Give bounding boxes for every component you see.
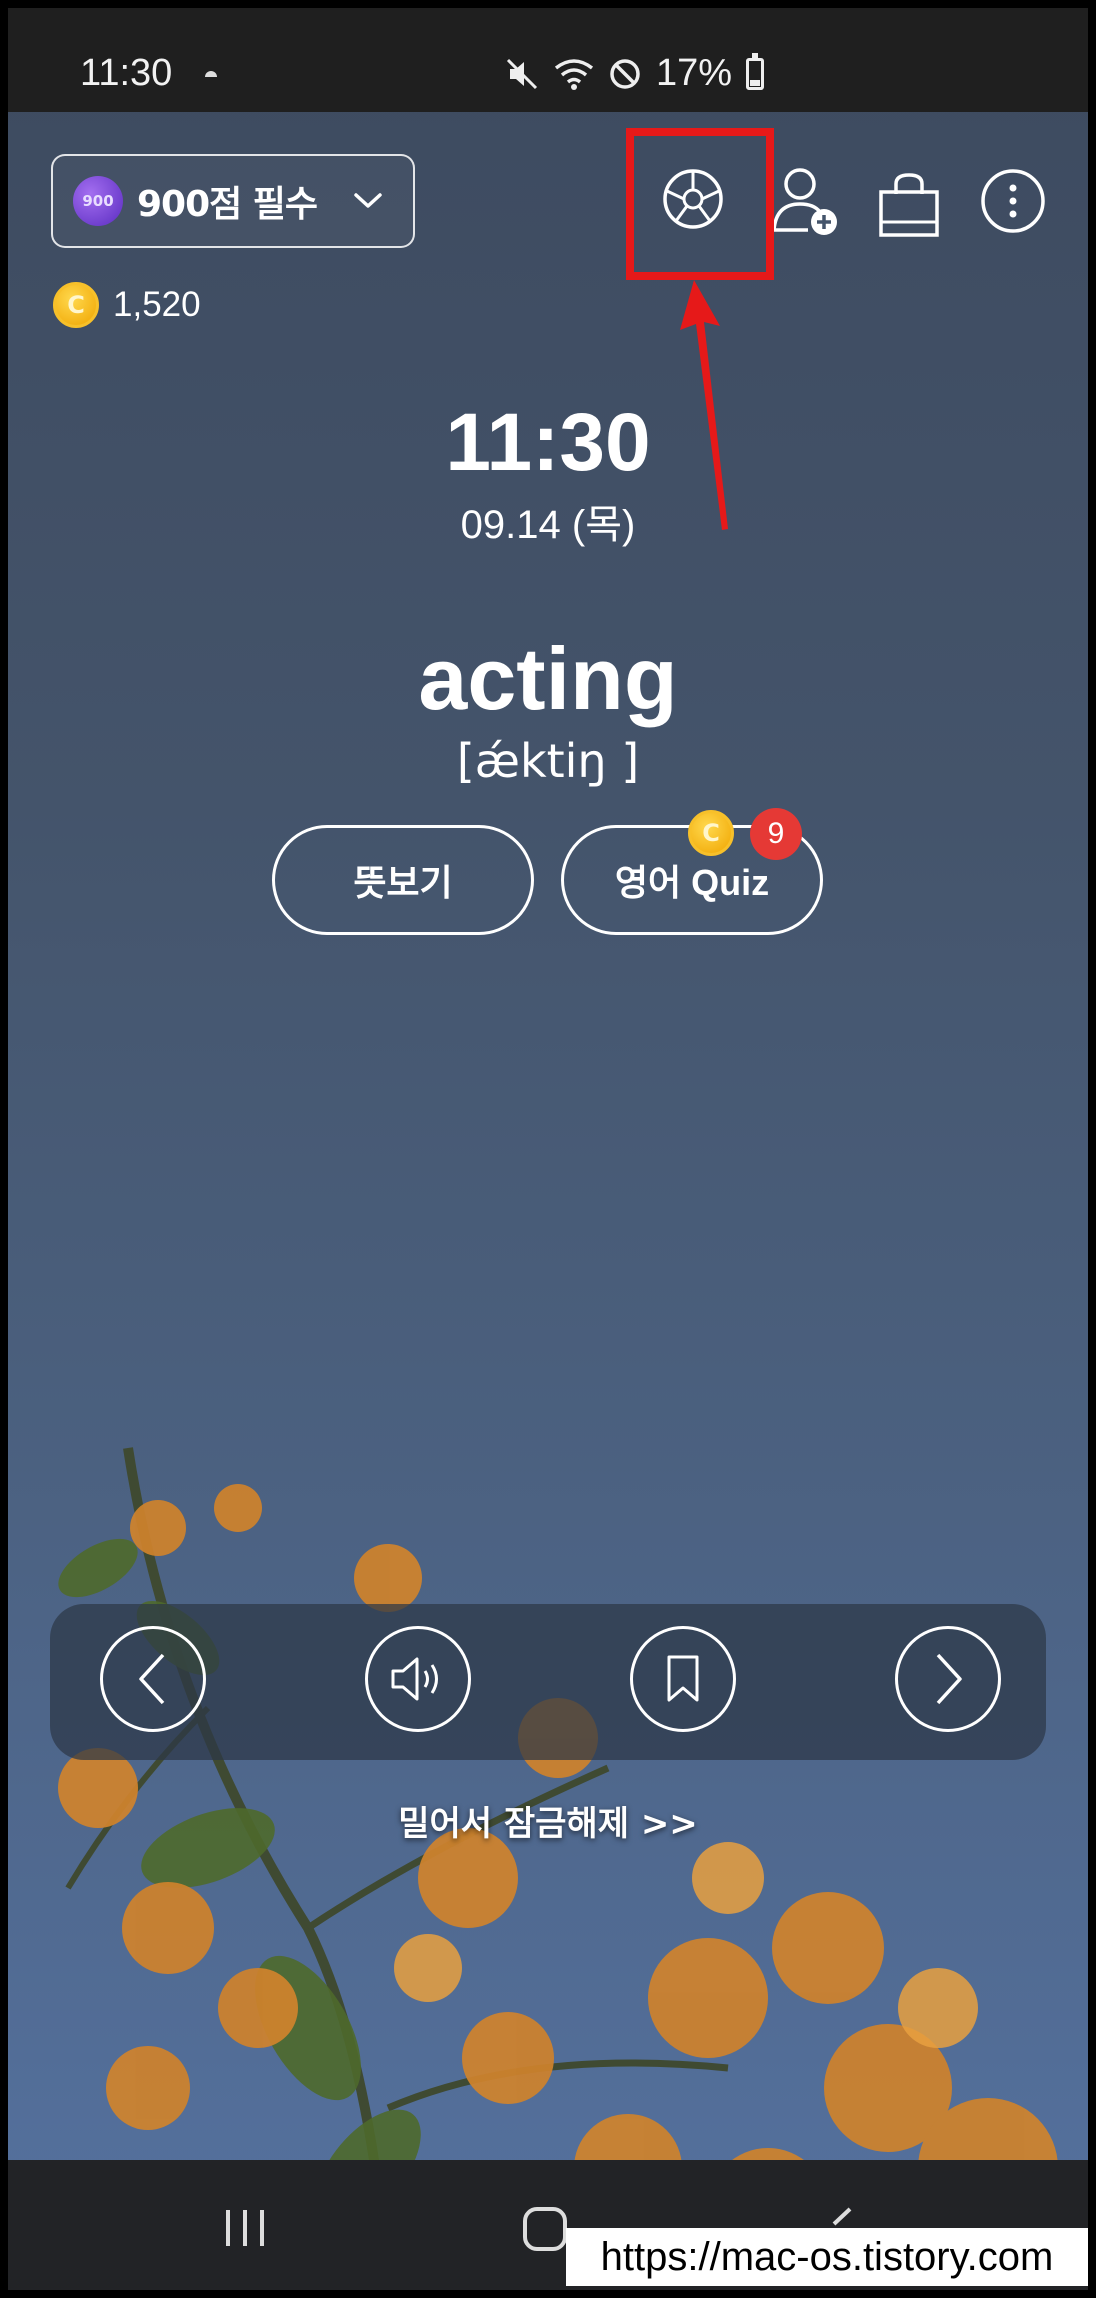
bookmark-icon	[667, 1655, 699, 1702]
status-time: 11:30	[80, 52, 173, 94]
mute-icon	[506, 58, 538, 89]
chevron-down-icon	[354, 193, 382, 208]
next-word-button[interactable]	[895, 1626, 1001, 1732]
vocab-word: acting	[418, 629, 678, 728]
screenshot-frame: 11:30 17% 900 900점 필수 C 1,520 11:30 09.1…	[0, 0, 1096, 2298]
battery-percent: 17%	[656, 52, 733, 94]
wifi-icon	[554, 58, 594, 90]
recent-apps-icon[interactable]	[222, 2208, 268, 2248]
battery-icon	[746, 52, 765, 90]
speaker-icon	[391, 1657, 438, 1701]
coin-balance: C 1,520	[53, 282, 201, 328]
shopping-bag-icon[interactable]	[878, 172, 940, 238]
previous-icon	[139, 1653, 165, 1705]
annotation-highlight-box	[626, 128, 774, 280]
coin-count: 1,520	[113, 285, 201, 324]
deck-badge: 900	[73, 176, 123, 226]
deck-name: 900점 필수	[137, 184, 318, 225]
swipe-to-unlock-hint[interactable]: 밀어서 잠금해제 >>	[8, 1796, 1088, 1845]
bookmark-button[interactable]	[630, 1626, 736, 1732]
word-controls	[50, 1604, 1046, 1760]
lock-clock-time: 11:30	[445, 397, 651, 488]
pronounce-button[interactable]	[365, 1626, 471, 1732]
lock-screen: 11:30 17% 900 900점 필수 C 1,520 11:30 09.1…	[8, 8, 1088, 2290]
lock-clock-date: 09.14 (목)	[460, 503, 636, 547]
coin-icon: C	[53, 282, 99, 328]
next-icon	[936, 1653, 962, 1705]
notification-icon	[205, 71, 217, 77]
status-icons: 17%	[504, 52, 765, 95]
status-bar: 11:30 17%	[8, 8, 1088, 112]
quiz-count-badge: 9	[750, 808, 802, 860]
deck-selector[interactable]: 900 900점 필수	[51, 154, 415, 248]
previous-word-button[interactable]	[100, 1626, 206, 1732]
quiz-coin-icon: C	[688, 810, 734, 856]
home-icon[interactable]	[522, 2206, 568, 2252]
do-not-disturb-icon	[610, 58, 640, 89]
watermark: https://mac-os.tistory.com	[566, 2228, 1088, 2286]
more-vertical-icon[interactable]	[980, 168, 1046, 234]
show-meaning-button[interactable]: 뜻보기	[272, 825, 534, 935]
vocab-pronunciation: [ǽktiŋ ]	[456, 734, 640, 788]
add-person-icon[interactable]	[770, 164, 842, 240]
